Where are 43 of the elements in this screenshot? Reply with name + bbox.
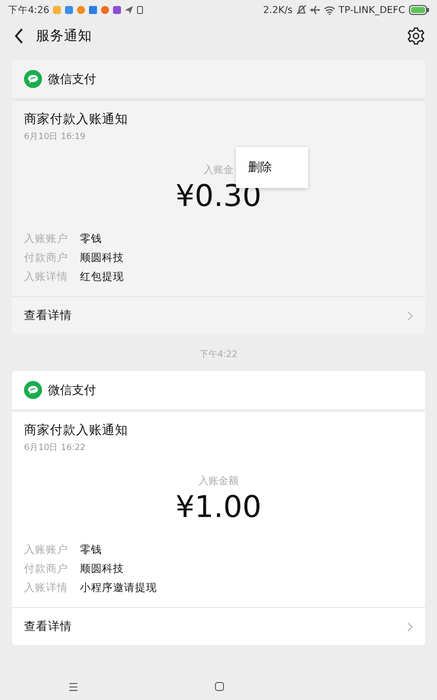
chevron-icon	[407, 622, 413, 632]
wechat-pay-logo-icon	[24, 381, 42, 399]
amount-label: 入账金	[204, 164, 234, 177]
network-name: TP-LINK_DEFC	[338, 4, 405, 16]
notice-date: 6月10日 16:19	[24, 131, 86, 143]
amount-label: 入账金额	[198, 474, 238, 488]
settings-icon	[407, 27, 425, 45]
notice-title: 商家付款入账通知	[24, 111, 129, 128]
field-label: 付款商户	[24, 251, 69, 265]
menu-button[interactable]: ☰	[62, 678, 84, 696]
page-title: 服务通知	[36, 27, 92, 45]
field-value: 顺圆科技	[80, 251, 124, 265]
status-time: 下午4:26	[8, 4, 50, 16]
send-icon	[125, 6, 134, 14]
field-label: 入账详情	[24, 581, 69, 595]
field-label: 入账账户	[24, 543, 69, 557]
square-icon	[214, 682, 224, 690]
message-card[interactable]: 微信支付 商家付款入账通知 6月10日 16:22 入账金额 ¥1.00 入账账户 零钱 付款商户 顺圆科技 入账详情 小程序邀请提现 查看详情	[12, 371, 425, 645]
notice-title: 商家付款入账通知	[24, 422, 129, 439]
field-value: 零钱	[80, 543, 102, 557]
message-timestamp: 下午4:22	[199, 348, 238, 361]
field-label: 入账详情	[24, 270, 69, 284]
battery-icon	[409, 5, 429, 15]
field-label: 入账账户	[24, 232, 69, 246]
wifi-icon	[324, 6, 335, 14]
mute-icon	[296, 5, 306, 15]
phone-icon	[137, 6, 144, 14]
notice-date: 6月10日 16:22	[24, 442, 86, 454]
view-details-link[interactable]: 查看详情	[12, 296, 425, 334]
chevron-icon	[407, 310, 413, 320]
field-value: 顺圆科技	[80, 562, 124, 576]
field-value: 小程序邀请提现	[80, 581, 157, 595]
airplane-icon	[310, 5, 320, 15]
source-name: 微信支付	[48, 70, 96, 88]
delete-menu-item[interactable]: 删除	[236, 153, 308, 182]
view-details-link[interactable]: 查看详情	[12, 607, 425, 645]
field-value: 零钱	[80, 232, 102, 246]
wechat-pay-logo-icon	[24, 70, 42, 88]
field-label: 付款商户	[24, 562, 69, 576]
amount-value: ¥1.00	[176, 490, 262, 525]
network-speed: 2.2K/s	[263, 4, 293, 16]
field-value: 红包提现	[80, 270, 124, 284]
source-name: 微信支付	[48, 382, 96, 398]
